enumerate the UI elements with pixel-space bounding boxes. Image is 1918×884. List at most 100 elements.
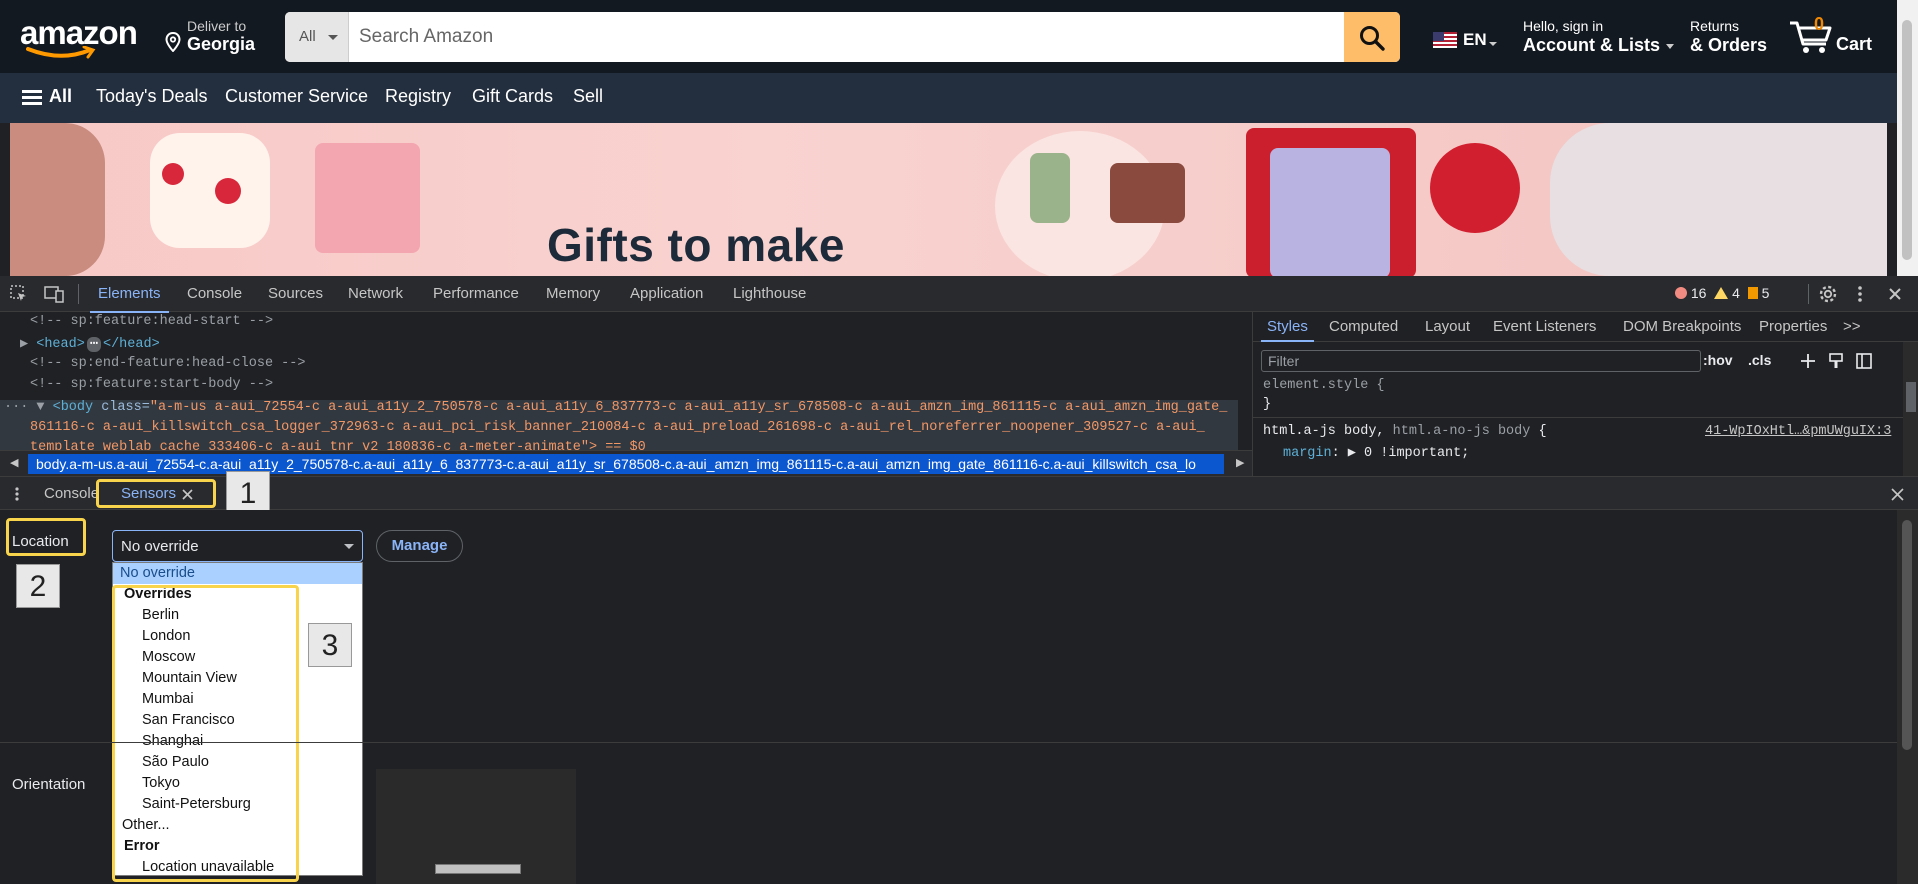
annotation-label-2: 2 <box>16 564 60 608</box>
inspect-element-icon[interactable] <box>10 285 28 303</box>
browser-window: amazon Deliver to Georgia All Search Ama… <box>0 0 1918 884</box>
more-tabs-icon[interactable]: >> <box>1843 318 1861 335</box>
dom-comment[interactable]: <!-- sp:feature:start-body --> <box>30 377 273 392</box>
close-devtools-icon[interactable] <box>1887 286 1903 302</box>
styles-filter-input[interactable]: Filter <box>1261 350 1701 372</box>
class-toggle[interactable]: .cls <box>1748 352 1771 368</box>
nav-all[interactable]: All <box>49 86 72 107</box>
location-label: Location <box>12 533 69 550</box>
tab-event-listeners[interactable]: Event Listeners <box>1493 318 1596 335</box>
hero-pot-pattern <box>162 163 184 185</box>
new-style-rule-icon[interactable] <box>1799 352 1817 370</box>
manage-button[interactable]: Manage <box>376 530 463 562</box>
device-orientation-model[interactable] <box>435 864 521 874</box>
more-options-icon[interactable] <box>1856 284 1864 304</box>
styles-scrollbar-thumb[interactable] <box>1906 382 1916 412</box>
paint-brush-icon[interactable] <box>1827 352 1845 370</box>
hero-title: Gifts to make <box>547 219 845 271</box>
nav-customer-service[interactable]: Customer Service <box>225 86 368 107</box>
hero-sweater-image <box>1270 148 1390 276</box>
tab-memory[interactable]: Memory <box>546 285 600 302</box>
search-button[interactable] <box>1344 12 1400 62</box>
hero-glitter-shoe-image <box>1550 123 1887 276</box>
option-no-override[interactable]: No override <box>113 563 362 584</box>
hamburger-menu-icon[interactable] <box>22 90 42 106</box>
breadcrumb-left-icon[interactable]: ◀ <box>10 456 18 469</box>
devtools-panel: Elements Console Sources Network Perform… <box>0 276 1918 884</box>
issues-icon <box>1747 287 1758 299</box>
error-count: 16 <box>1690 285 1707 301</box>
caret-down-icon <box>328 35 338 40</box>
hero-banner[interactable]: Gifts to make <box>10 123 1887 276</box>
nav-gift-cards[interactable]: Gift Cards <box>472 86 553 107</box>
hero-palette-image <box>1110 163 1185 223</box>
element-style-rule[interactable]: element.style { <box>1263 378 1385 393</box>
nav-todays-deals[interactable]: Today's Deals <box>96 86 208 107</box>
tab-lighthouse[interactable]: Lighthouse <box>733 285 806 302</box>
tab-application[interactable]: Application <box>630 285 703 302</box>
toggle-sidebar-icon[interactable] <box>1855 352 1873 370</box>
dom-head-node[interactable]: ▶ <head> ⋯ </head> <box>20 335 160 352</box>
search-bar: All Search Amazon <box>285 12 1400 62</box>
hover-state-toggle[interactable]: :hov <box>1703 352 1733 368</box>
caret-down-icon <box>1666 43 1675 49</box>
account-lists-label: Account & Lists <box>1523 35 1675 56</box>
nav-sell[interactable]: Sell <box>573 86 603 107</box>
drawer-tab-console[interactable]: Console <box>44 485 99 502</box>
nav-registry[interactable]: Registry <box>385 86 451 107</box>
sensors-scrollbar[interactable] <box>1897 510 1918 884</box>
error-icon <box>1675 287 1687 299</box>
tab-styles[interactable]: Styles <box>1261 318 1314 342</box>
hero-pot-pattern <box>215 178 241 204</box>
amazon-nav-bar: All Today's Deals Customer Service Regis… <box>0 73 1897 123</box>
dom-comment[interactable]: <!-- sp:feature:head-start --> <box>30 314 273 329</box>
annotation-highlight-1 <box>96 479 216 508</box>
deliver-location: Georgia <box>187 34 256 54</box>
page-scrollbar-thumb[interactable] <box>1902 20 1912 260</box>
breadcrumb-right-icon[interactable]: ▶ <box>1236 456 1244 469</box>
sensors-scrollbar-thumb[interactable] <box>1902 520 1912 750</box>
css-declaration[interactable]: margin: ▶ 0 !important; <box>1283 444 1469 461</box>
elements-tree: <!-- sp:feature:head-start --> ▶ <head> ⋯… <box>0 312 1238 450</box>
tab-computed[interactable]: Computed <box>1329 318 1398 335</box>
sensors-panel: Location 2 No override Manage No overrid… <box>0 510 1918 884</box>
language-code: EN <box>1463 30 1487 49</box>
tab-layout[interactable]: Layout <box>1425 318 1470 335</box>
device-toolbar-icon[interactable] <box>44 285 64 303</box>
css-rule-source-link[interactable]: 41-WpIOxHtl…&pmUWguIX:3 <box>1705 424 1891 439</box>
settings-gear-icon[interactable] <box>1818 284 1838 304</box>
search-category-value: All <box>299 28 316 45</box>
tab-elements[interactable]: Elements <box>90 285 169 313</box>
styles-scrollbar[interactable] <box>1903 342 1918 476</box>
orientation-preview[interactable] <box>376 769 576 884</box>
amazon-smile-icon <box>26 46 96 59</box>
tab-sources[interactable]: Sources <box>268 285 323 302</box>
cart-button[interactable]: 0 Cart <box>1788 14 1883 58</box>
breadcrumb[interactable]: body.a-m-us.a-aui_72554-c.a-aui_a11y_2_7… <box>28 454 1224 474</box>
tab-dom-breakpoints[interactable]: DOM Breakpoints <box>1623 318 1741 335</box>
cart-icon <box>1790 21 1832 53</box>
tab-network[interactable]: Network <box>348 285 403 302</box>
rule-divider <box>1253 417 1918 418</box>
close-drawer-icon[interactable] <box>1891 488 1904 501</box>
search-category-select[interactable]: All <box>285 12 349 62</box>
sensors-section-divider <box>0 742 1897 743</box>
annotation-highlight-3 <box>112 585 299 882</box>
tab-console[interactable]: Console <box>187 285 242 302</box>
search-icon <box>1360 26 1385 51</box>
returns-orders[interactable]: Returns & Orders <box>1690 18 1767 56</box>
search-input[interactable]: Search Amazon <box>359 26 493 48</box>
dom-comment[interactable]: <!-- sp:end-feature:head-close --> <box>30 356 305 371</box>
collapsed-ellipsis-icon: ⋯ <box>86 337 101 352</box>
issue-counts[interactable]: 16 4 5 <box>1675 285 1769 301</box>
account-menu[interactable]: Hello, sign in Account & Lists <box>1523 18 1675 56</box>
page-scrollbar[interactable] <box>1897 0 1918 276</box>
dom-body-node[interactable]: ··· ▼ <body class="a-m-us a-aui_72554-c … <box>4 400 1227 415</box>
styles-pane: Styles Computed Layout Event Listeners D… <box>1252 312 1918 476</box>
tab-performance[interactable]: Performance <box>433 285 519 302</box>
drawer-menu-icon[interactable] <box>14 486 20 502</box>
tab-properties[interactable]: Properties <box>1759 318 1827 335</box>
location-select[interactable]: No override <box>112 530 363 562</box>
tab-divider <box>1808 284 1809 304</box>
css-rule-selector[interactable]: html.a-js body, html.a-no-js body { <box>1263 424 1547 439</box>
